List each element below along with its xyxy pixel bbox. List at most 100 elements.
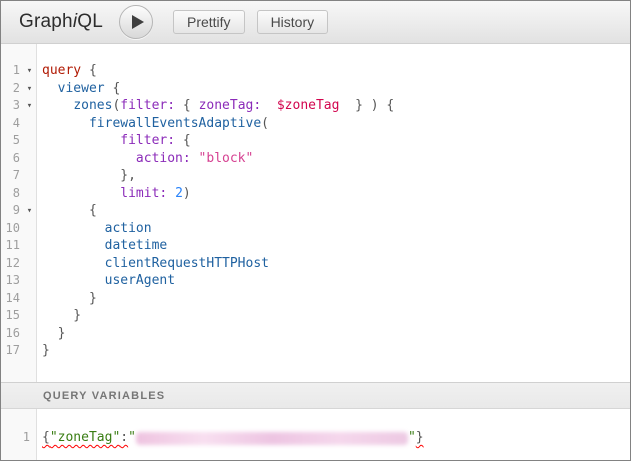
code-line[interactable]: } [42,307,630,325]
fold-toggle-icon[interactable]: ▾ [23,202,36,220]
code-line[interactable]: action: "block" [42,150,630,168]
gutter-line: 2▾ [1,80,36,98]
code-line[interactable]: clientRequestHTTPHost [42,255,630,273]
gutter-line: 17 [1,342,36,360]
query-editor[interactable]: 1▾2▾3▾456789▾1011121314151617 query { vi… [1,44,630,382]
code-line[interactable]: } [42,342,630,360]
line-number: 9 [1,202,23,220]
code-line[interactable]: limit: 2) [42,185,630,203]
line-number: 3 [1,97,23,115]
gutter-line: 3▾ [1,97,36,115]
fold-spacer [23,290,36,308]
line-number: 17 [1,342,23,360]
code-token: filter: [120,133,175,148]
gutter-line: 4 [1,115,36,133]
code-token [42,116,89,131]
code-token: { [81,63,97,78]
code-token: } [42,343,50,358]
line-number: 11 [1,237,23,255]
fold-spacer [23,325,36,343]
line-number: 4 [1,115,23,133]
gutter-line: 1 [1,429,36,447]
code-line[interactable]: {"zoneTag":""} [42,429,630,447]
gutter-line: 13 [1,272,36,290]
code-line[interactable]: query { [42,62,630,80]
code-token [167,186,175,201]
code-token: { [42,203,97,218]
code-line[interactable]: } [42,290,630,308]
code-token: } [42,308,81,323]
play-icon [132,15,144,29]
code-token [261,98,277,113]
graphiql-window: GraphiQL Prettify History 1▾2▾3▾456789▾1… [0,0,631,461]
code-token [42,221,105,236]
line-number: 5 [1,132,23,150]
line-number: 1 [1,62,23,80]
code-token: $zoneTag [277,98,340,113]
gutter-line: 14 [1,290,36,308]
gutter-line: 9▾ [1,202,36,220]
fold-spacer [23,237,36,255]
line-number: 10 [1,220,23,238]
gutter-line: 11 [1,237,36,255]
gutter-line: 7 [1,167,36,185]
code-token: action [105,221,152,236]
execute-query-button[interactable] [119,5,153,39]
code-token: " [408,430,416,445]
code-line[interactable]: filter: { [42,132,630,150]
code-line[interactable]: { [42,202,630,220]
gutter-line: 1▾ [1,62,36,80]
code-line[interactable]: viewer { [42,80,630,98]
code-token: ) [183,186,191,201]
fold-toggle-icon[interactable]: ▾ [23,62,36,80]
code-token: limit: [120,186,167,201]
code-line[interactable]: zones(filter: { zoneTag: $zoneTag } ) { [42,97,630,115]
code-token [42,133,120,148]
variables-editor-code[interactable]: {"zoneTag":""} [37,409,630,460]
code-token: { [175,133,191,148]
code-line[interactable]: userAgent [42,272,630,290]
code-token [191,151,199,166]
code-line[interactable]: firewallEventsAdaptive( [42,115,630,133]
code-line[interactable]: }, [42,167,630,185]
code-line[interactable]: } [42,325,630,343]
line-number: 16 [1,325,23,343]
line-number: 2 [1,80,23,98]
code-token: ( [261,116,269,131]
code-token [42,273,105,288]
fold-toggle-icon[interactable]: ▾ [23,97,36,115]
code-token: { [105,81,121,96]
fold-spacer [23,150,36,168]
variables-editor[interactable]: 1 {"zoneTag":""} [1,409,630,460]
code-line[interactable]: datetime [42,237,630,255]
line-number: 1 [1,429,36,447]
fold-spacer [23,115,36,133]
variables-editor-gutter: 1 [1,409,37,460]
code-token: } ) { [339,98,394,113]
query-variables-header: QUERY VARIABLES [1,382,630,409]
line-number: 14 [1,290,23,308]
code-token: zoneTag: [199,98,262,113]
query-editor-code[interactable]: query { viewer { zones(filter: { zoneTag… [37,44,630,382]
history-button[interactable]: History [257,10,329,34]
logo-prefix: Graph [19,11,73,32]
code-token: " [128,430,136,445]
fold-spacer [23,272,36,290]
code-line[interactable]: action [42,220,630,238]
code-token: filter: [120,98,175,113]
code-token: { [175,98,198,113]
line-number: 15 [1,307,23,325]
line-number: 8 [1,185,23,203]
code-token: } [416,430,424,445]
code-token: "block" [199,151,254,166]
code-token: } [42,291,97,306]
code-token [42,151,136,166]
query-variables-title: QUERY VARIABLES [43,390,165,402]
fold-spacer [23,255,36,273]
code-token: firewallEventsAdaptive [89,116,261,131]
code-token: query [42,63,81,78]
prettify-button[interactable]: Prettify [173,10,245,34]
gutter-line: 16 [1,325,36,343]
fold-toggle-icon[interactable]: ▾ [23,80,36,98]
code-token: { [42,430,50,445]
